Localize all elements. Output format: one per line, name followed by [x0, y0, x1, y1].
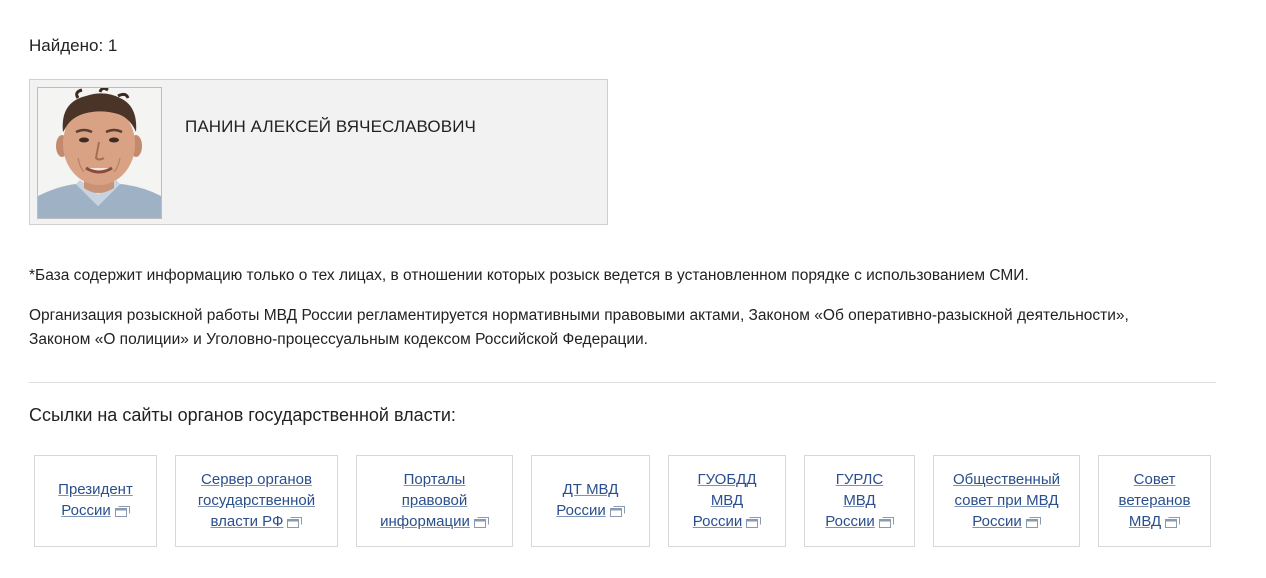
- gov-link-box[interactable]: ГУОБДД МВД России: [668, 455, 786, 547]
- gov-link-box[interactable]: Порталы правовой информации: [356, 455, 513, 547]
- gov-link[interactable]: ГУОБДД МВД России: [693, 469, 762, 534]
- gov-link-label: Сервер органов: [201, 470, 312, 488]
- gov-link[interactable]: Сервер органов государственной власти РФ: [198, 469, 315, 534]
- external-window-icon: [473, 513, 489, 534]
- gov-link[interactable]: Совет ветеранов МВД: [1119, 469, 1191, 534]
- gov-link[interactable]: Порталы правовой информации: [380, 469, 489, 534]
- gov-link[interactable]: ГУРЛС МВД России: [825, 469, 894, 534]
- gov-link-label: МВД: [1119, 511, 1191, 534]
- gov-link-label: государственной: [197, 491, 316, 509]
- gov-link[interactable]: Президент России: [58, 479, 133, 523]
- gov-link-label: Президент: [58, 481, 133, 498]
- gov-link[interactable]: Общественный совет при МВД России: [953, 469, 1060, 534]
- results-count: Найдено: 1: [29, 36, 118, 55]
- gov-link-label: России: [693, 511, 762, 534]
- organization-text: Организация розыскной работы МВД России …: [29, 304, 1229, 352]
- gov-link-box[interactable]: Президент России: [34, 455, 157, 547]
- gov-link-label: совет при МВД: [954, 491, 1059, 509]
- gov-link-label: России: [825, 511, 894, 534]
- gov-link-label: России: [58, 500, 133, 523]
- gov-link-box[interactable]: Общественный совет при МВД России: [933, 455, 1080, 547]
- gov-link-label: ГУРЛС: [835, 470, 884, 488]
- gov-link-label: Общественный: [952, 470, 1060, 488]
- gov-link-label: Совет: [1133, 470, 1176, 488]
- gov-link-label: ветеранов: [1118, 491, 1191, 509]
- gov-link[interactable]: ДТ МВД России: [556, 479, 625, 523]
- database-note: *База содержит информацию только о тех л…: [29, 267, 1029, 284]
- gov-link-label: власти РФ: [198, 511, 315, 534]
- links-section-title: Ссылки на сайты органов государственной …: [29, 405, 456, 425]
- gov-link-label: МВД: [843, 491, 876, 509]
- gov-link-label: МВД: [710, 491, 744, 509]
- gov-link-label: информации: [380, 511, 489, 534]
- gov-link-box[interactable]: ГУРЛС МВД России: [804, 455, 915, 547]
- external-window-icon: [1165, 513, 1181, 534]
- person-name-link[interactable]: ПАНИН АЛЕКСЕЙ ВЯЧЕСЛАВОВИЧ: [185, 117, 476, 137]
- gov-link-label: ДТ МВД: [562, 481, 619, 498]
- gov-link-label: России: [556, 500, 625, 523]
- person-card[interactable]: ПАНИН АЛЕКСЕЙ ВЯЧЕСЛАВОВИЧ: [29, 79, 608, 225]
- gov-link-box[interactable]: Совет ветеранов МВД: [1098, 455, 1211, 547]
- external-window-icon: [287, 513, 303, 534]
- section-divider: [29, 382, 1216, 383]
- external-window-icon: [746, 513, 762, 534]
- external-window-icon: [1025, 513, 1041, 534]
- gov-link-box[interactable]: Сервер органов государственной власти РФ: [175, 455, 338, 547]
- gov-link-label: ГУОБДД: [697, 470, 757, 488]
- organization-text-line-1: Организация розыскной работы МВД России …: [29, 307, 1129, 324]
- gov-link-label: России: [953, 511, 1060, 534]
- external-window-icon: [609, 502, 625, 523]
- person-photo[interactable]: [37, 87, 162, 219]
- gov-link-label: правовой: [401, 491, 468, 509]
- gov-link-label: Порталы: [403, 470, 466, 488]
- organization-text-line-2: Законом «О полиции» и Уголовно-процессуа…: [29, 331, 648, 348]
- external-window-icon: [878, 513, 894, 534]
- external-window-icon: [114, 502, 130, 523]
- gov-link-box[interactable]: ДТ МВД России: [531, 455, 650, 547]
